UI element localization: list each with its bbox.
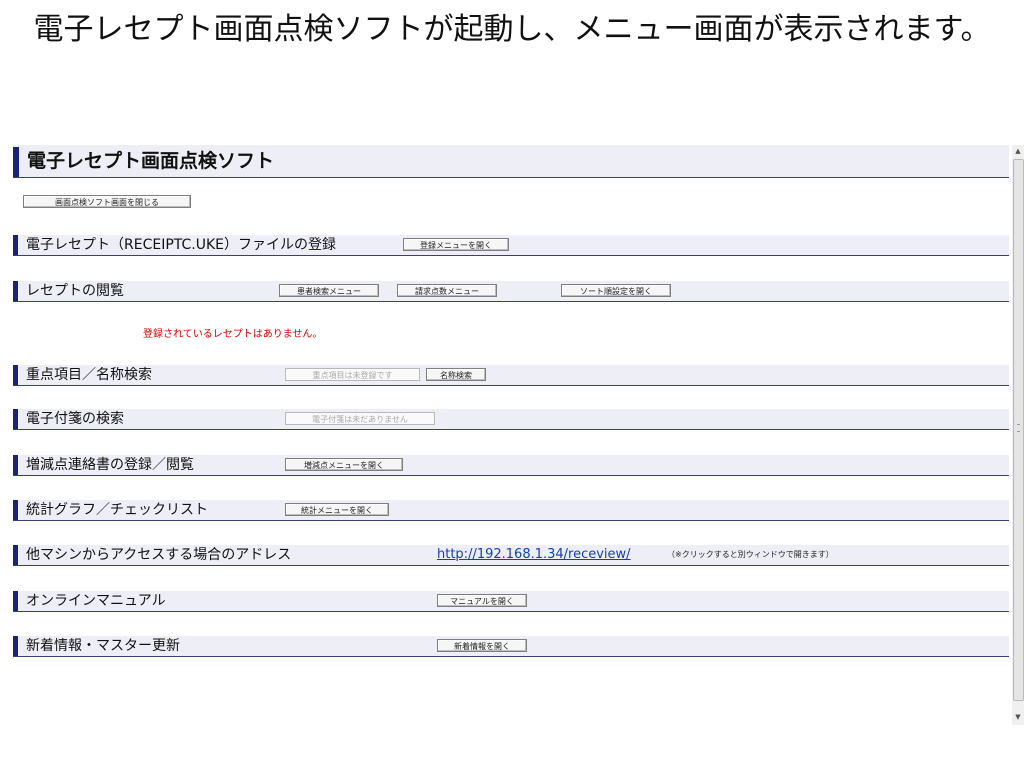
sort-settings-button[interactable]: ソート順設定を開く <box>561 284 671 297</box>
section-label-manual: オンラインマニュアル <box>26 593 166 609</box>
section-accent-bar <box>13 545 18 565</box>
section-label-register: 電子レセプト（RECEIPTC.UKE）ファイルの登録 <box>26 237 336 253</box>
sticky-notes-button[interactable]: 電子付箋は未だありません <box>285 412 435 425</box>
section-address: 他マシンからアクセスする場合のアドレス http://192.168.1.34/… <box>13 545 1009 566</box>
link-open-note: （※クリックすると別ウィンドウで開きます） <box>667 550 834 559</box>
slide-caption: 電子レセプト画面点検ソフトが起動し、メニュー画面が表示されます。 <box>33 12 991 47</box>
section-accent-bar <box>13 281 18 301</box>
receipt-check-app: 電子レセプト画面点検ソフト 画面点検ソフト画面を閉じる 電子レセプト（RECEI… <box>13 145 1011 705</box>
app-header: 電子レセプト画面点検ソフト <box>13 145 1009 178</box>
section-accent-bar <box>13 455 18 475</box>
section-label-stats: 統計グラフ／チェックリスト <box>26 502 208 518</box>
scroll-down-arrow-icon[interactable]: ▼ <box>1012 711 1024 723</box>
patient-search-menu-button[interactable]: 患者検索メニュー <box>279 284 379 297</box>
section-priority: 重点項目／名称検索 重点項目は未登録です 名称検索 <box>13 365 1009 386</box>
open-adjustment-menu-button[interactable]: 増減点メニューを開く <box>285 458 403 471</box>
section-accent-bar <box>13 235 18 255</box>
open-manual-button[interactable]: マニュアルを開く <box>437 594 527 607</box>
priority-items-button[interactable]: 重点項目は未登録です <box>285 368 420 381</box>
scroll-up-arrow-icon[interactable]: ▲ <box>1012 145 1024 157</box>
section-label-sticky: 電子付箋の検索 <box>26 411 124 427</box>
close-app-button[interactable]: 画面点検ソフト画面を閉じる <box>23 195 191 208</box>
section-sticky: 電子付箋の検索 電子付箋は未だありません <box>13 409 1009 430</box>
section-accent-bar <box>13 500 18 520</box>
section-label-news: 新着情報・マスター更新 <box>26 638 180 654</box>
section-accent-bar <box>13 365 18 385</box>
open-register-menu-button[interactable]: 登録メニューを開く <box>403 238 509 251</box>
empty-receipt-notice: 登録されているレセプトはありません。 <box>143 329 323 340</box>
section-label-adjustment: 増減点連絡書の登録／閲覧 <box>26 457 194 473</box>
section-label-browse: レセプトの閲覧 <box>26 283 124 299</box>
section-news: 新着情報・マスター更新 新着情報を開く <box>13 636 1009 657</box>
scrollbar-grip-icon <box>1017 424 1020 432</box>
section-browse: レセプトの閲覧 患者検索メニュー 請求点数メニュー ソート順設定を開く <box>13 281 1009 302</box>
claim-points-menu-button[interactable]: 請求点数メニュー <box>397 284 497 297</box>
section-manual: オンラインマニュアル マニュアルを開く <box>13 591 1009 612</box>
section-label-address: 他マシンからアクセスする場合のアドレス <box>26 547 292 563</box>
section-label-priority: 重点項目／名称検索 <box>26 367 152 383</box>
section-register: 電子レセプト（RECEIPTC.UKE）ファイルの登録 登録メニューを開く <box>13 235 1009 256</box>
scrollbar-thumb[interactable] <box>1013 159 1024 701</box>
section-stats: 統計グラフ／チェックリスト 統計メニューを開く <box>13 500 1009 521</box>
access-address-link[interactable]: http://192.168.1.34/receview/ <box>437 545 631 565</box>
vertical-scrollbar[interactable]: ▲ ▼ <box>1012 145 1024 725</box>
section-accent-bar <box>13 591 18 611</box>
section-accent-bar <box>13 636 18 656</box>
open-news-button[interactable]: 新着情報を開く <box>437 639 527 652</box>
section-adjustment: 増減点連絡書の登録／閲覧 増減点メニューを開く <box>13 455 1009 476</box>
open-stats-menu-button[interactable]: 統計メニューを開く <box>285 503 389 516</box>
name-search-button[interactable]: 名称検索 <box>426 368 486 381</box>
header-accent-bar <box>13 147 19 177</box>
section-accent-bar <box>13 409 18 429</box>
app-title: 電子レセプト画面点検ソフト <box>27 150 275 172</box>
